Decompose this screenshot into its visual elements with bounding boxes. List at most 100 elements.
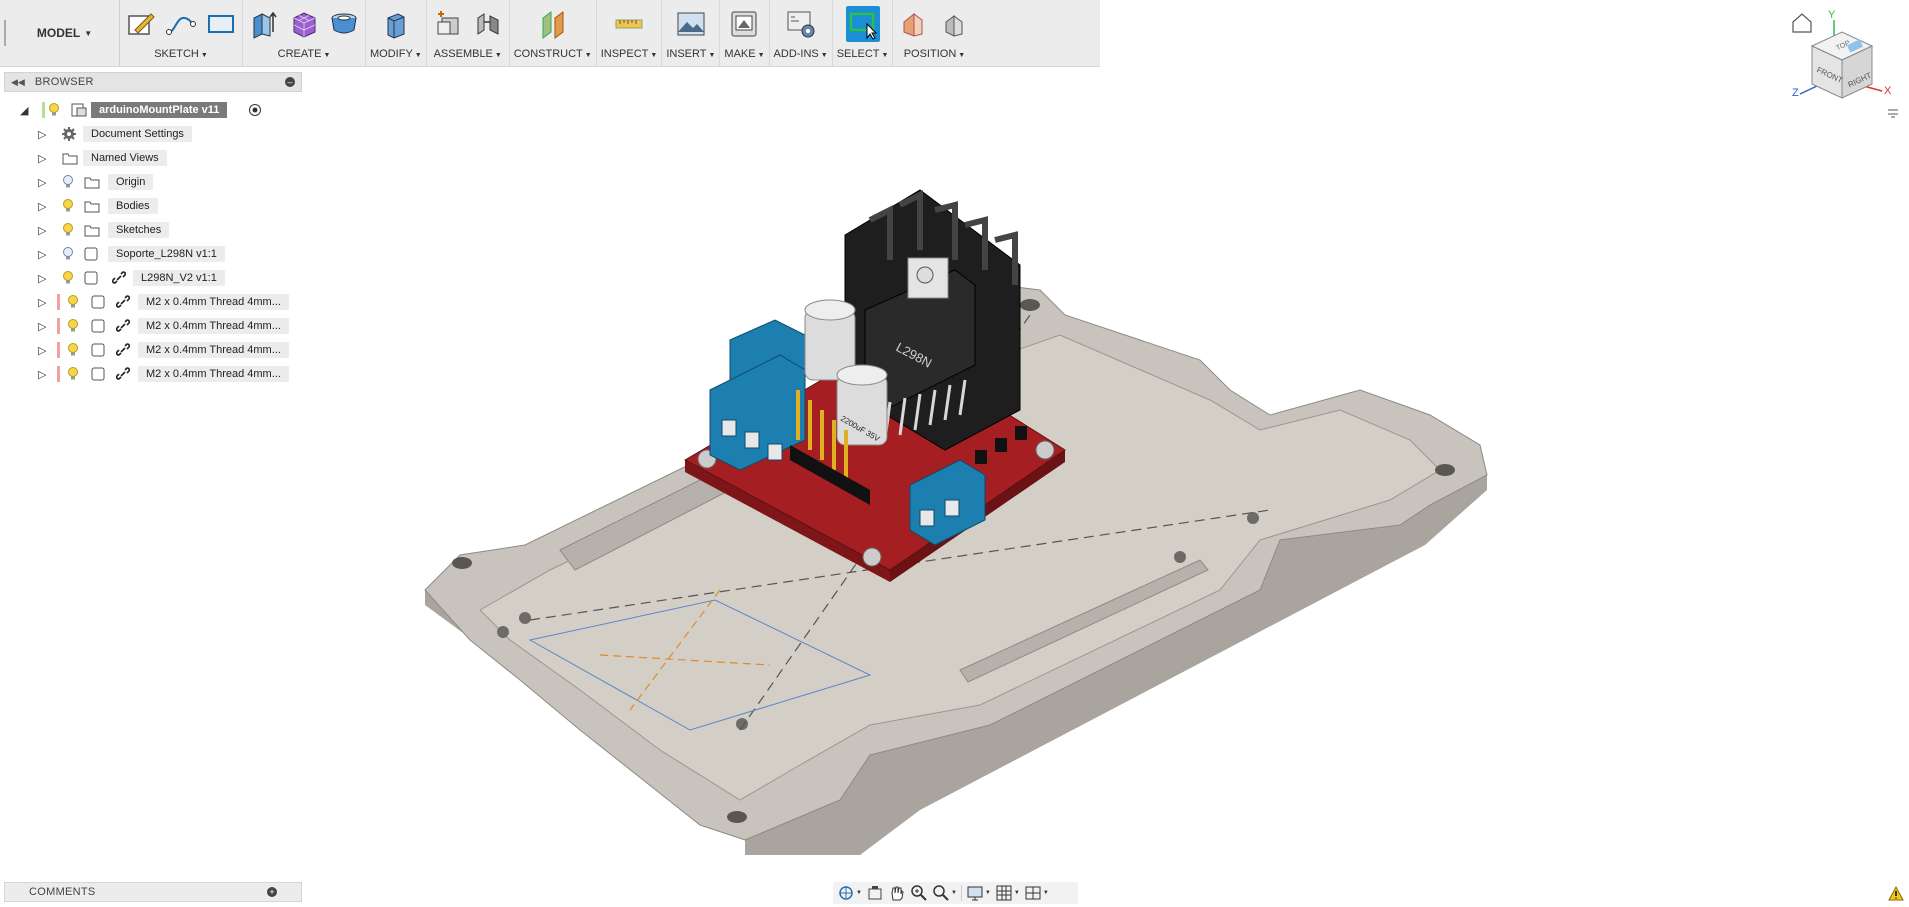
pan-button[interactable]	[888, 883, 906, 903]
rectangle-tool-button[interactable]	[204, 6, 238, 42]
make-menu[interactable]: MAKE ▼	[724, 48, 764, 60]
fit-button[interactable]: ▼	[932, 883, 957, 903]
viewcube-menu-icon[interactable]	[1888, 109, 1898, 118]
line-tool-button[interactable]	[164, 6, 198, 42]
display-settings-button[interactable]: ▼	[966, 883, 991, 903]
select-button[interactable]	[845, 6, 880, 42]
joint-button[interactable]	[471, 6, 505, 42]
scripts-addins-button[interactable]	[784, 6, 818, 42]
document-icon	[71, 103, 87, 117]
tree-item-m2-thread-3[interactable]: ▷ M2 x 0.4mm Thread 4mm...	[0, 338, 305, 362]
extrude-button[interactable]	[247, 6, 281, 42]
viewports-button[interactable]: ▼	[1024, 883, 1049, 903]
jumper	[975, 450, 987, 464]
visibility-bulb-icon[interactable]	[62, 271, 74, 285]
home-icon[interactable]	[1792, 13, 1812, 33]
viewcube[interactable]: Y X Z TOP FRONT RIGHT	[1790, 6, 1900, 121]
visibility-bulb-icon[interactable]	[67, 367, 79, 381]
tree-item-label: M2 x 0.4mm Thread 4mm...	[138, 366, 289, 382]
expand-triangle-icon[interactable]: ▷	[38, 224, 46, 237]
select-menu[interactable]: SELECT ▼	[837, 48, 889, 60]
measure-button[interactable]	[612, 6, 646, 42]
collapse-browser-icon[interactable]: ◀◀	[11, 77, 25, 88]
axis-x-label: X	[1884, 85, 1892, 97]
expand-triangle-icon[interactable]: ▷	[38, 176, 46, 189]
capture-position-button[interactable]	[897, 6, 931, 42]
chevron-down-icon: ▼	[323, 52, 331, 59]
insert-canvas-button[interactable]	[674, 6, 708, 42]
workspace-label: MODEL	[36, 26, 81, 40]
expand-triangle-icon[interactable]: ▷	[38, 320, 46, 333]
3d-print-button[interactable]	[727, 6, 761, 42]
tree-item-m2-thread-4[interactable]: ▷ M2 x 0.4mm Thread 4mm...	[0, 362, 305, 386]
root-component-label[interactable]: arduinoMountPlate v11	[91, 102, 228, 118]
visibility-bulb-icon[interactable]	[48, 103, 60, 117]
expand-triangle-icon[interactable]: ▷	[38, 248, 46, 261]
visibility-bulb-icon[interactable]	[62, 199, 74, 213]
expand-triangle-icon[interactable]: ▷	[38, 152, 46, 165]
viewports-icon	[1025, 886, 1041, 900]
tree-item-bodies[interactable]: ▷ Bodies	[0, 194, 305, 218]
tree-item-m2-thread-2[interactable]: ▷ M2 x 0.4mm Thread 4mm...	[0, 314, 305, 338]
visibility-bulb-off-icon[interactable]	[62, 175, 74, 189]
orbit-button[interactable]: ▼	[837, 883, 862, 903]
press-pull-button[interactable]	[379, 6, 413, 42]
visibility-bulb-icon[interactable]	[62, 223, 74, 237]
activate-radio-icon[interactable]	[248, 103, 262, 117]
expand-triangle-icon[interactable]: ▷	[38, 272, 46, 285]
toolbar-grip-handle[interactable]	[0, 0, 10, 66]
new-component-button[interactable]	[431, 6, 465, 42]
visibility-bulb-icon[interactable]	[67, 319, 79, 333]
workspace-switcher[interactable]: MODEL ▼	[10, 0, 120, 66]
tree-item-named-views[interactable]: ▷ Named Views	[0, 146, 305, 170]
tree-item-origin[interactable]: ▷ Origin	[0, 170, 305, 194]
main-toolbar: MODEL ▼ SKETCH ▼ CREATE ▼ MODIFY ▼ ASSEM…	[0, 0, 1100, 67]
tree-item-label: Sketches	[108, 222, 170, 238]
link-icon	[115, 367, 131, 381]
addins-menu[interactable]: ADD-INS ▼	[774, 48, 828, 60]
tree-item-document-settings[interactable]: ▷ Document Settings	[0, 122, 305, 146]
expand-triangle-icon[interactable]: ▷	[38, 368, 46, 381]
expand-triangle-icon[interactable]: ▷	[38, 344, 46, 357]
create-menu[interactable]: CREATE ▼	[278, 48, 331, 60]
chevron-down-icon: ▼	[958, 52, 966, 59]
construct-menu[interactable]: CONSTRUCT ▼	[514, 48, 592, 60]
create-sketch-button[interactable]	[124, 6, 158, 42]
browser-title: BROWSER	[34, 76, 94, 88]
inspect-menu[interactable]: INSPECT ▼	[601, 48, 658, 60]
comments-panel[interactable]: COMMENTS +	[4, 882, 302, 902]
visibility-bulb-icon[interactable]	[67, 295, 79, 309]
terminal-slot	[721, 419, 737, 437]
tree-item-sketches[interactable]: ▷ Sketches	[0, 218, 305, 242]
warning-icon[interactable]	[1888, 886, 1904, 902]
chip-screw	[916, 266, 934, 284]
revolve-button[interactable]	[327, 6, 361, 42]
insert-menu[interactable]: INSERT ▼	[666, 48, 715, 60]
tree-item-l298n-component[interactable]: ▷ L298N_V2 v1:1	[0, 266, 305, 290]
modify-menu[interactable]: MODIFY ▼	[370, 48, 422, 60]
add-comment-icon[interactable]: +	[267, 887, 277, 897]
expand-triangle-icon[interactable]: ▷	[38, 200, 46, 213]
form-button[interactable]	[287, 6, 321, 42]
browser-pin-icon[interactable]: –	[285, 77, 295, 87]
tree-item-m2-thread-1[interactable]: ▷ M2 x 0.4mm Thread 4mm...	[0, 290, 305, 314]
look-at-button[interactable]	[866, 883, 884, 903]
expand-triangle-icon[interactable]: ▷	[38, 128, 46, 141]
revert-position-button[interactable]	[937, 6, 971, 42]
fusion-app-window: MODEL ▼ SKETCH ▼ CREATE ▼ MODIFY ▼ ASSEM…	[0, 0, 1909, 907]
grid-settings-button[interactable]: ▼	[995, 883, 1020, 903]
tree-item-soporte-component[interactable]: ▷ Soporte_L298N v1:1	[0, 242, 305, 266]
zoom-button[interactable]	[910, 883, 928, 903]
sketch-menu[interactable]: SKETCH ▼	[154, 48, 208, 60]
visibility-bulb-icon[interactable]	[67, 343, 79, 357]
axis-z-label: Z	[1792, 87, 1799, 99]
position-menu[interactable]: POSITION ▼	[904, 48, 966, 60]
model-viewport[interactable]: L298N 2200uF 35V	[400, 150, 1520, 870]
mount-hole-left	[452, 557, 472, 569]
collapse-triangle-icon[interactable]: ◢	[20, 104, 28, 117]
assemble-menu[interactable]: ASSEMBLE ▼	[434, 48, 502, 60]
browser-root-node[interactable]: ◢ arduinoMountPlate v11	[0, 98, 305, 122]
visibility-bulb-off-icon[interactable]	[62, 247, 74, 261]
offset-plane-button[interactable]	[536, 6, 570, 42]
expand-triangle-icon[interactable]: ▷	[38, 296, 46, 309]
